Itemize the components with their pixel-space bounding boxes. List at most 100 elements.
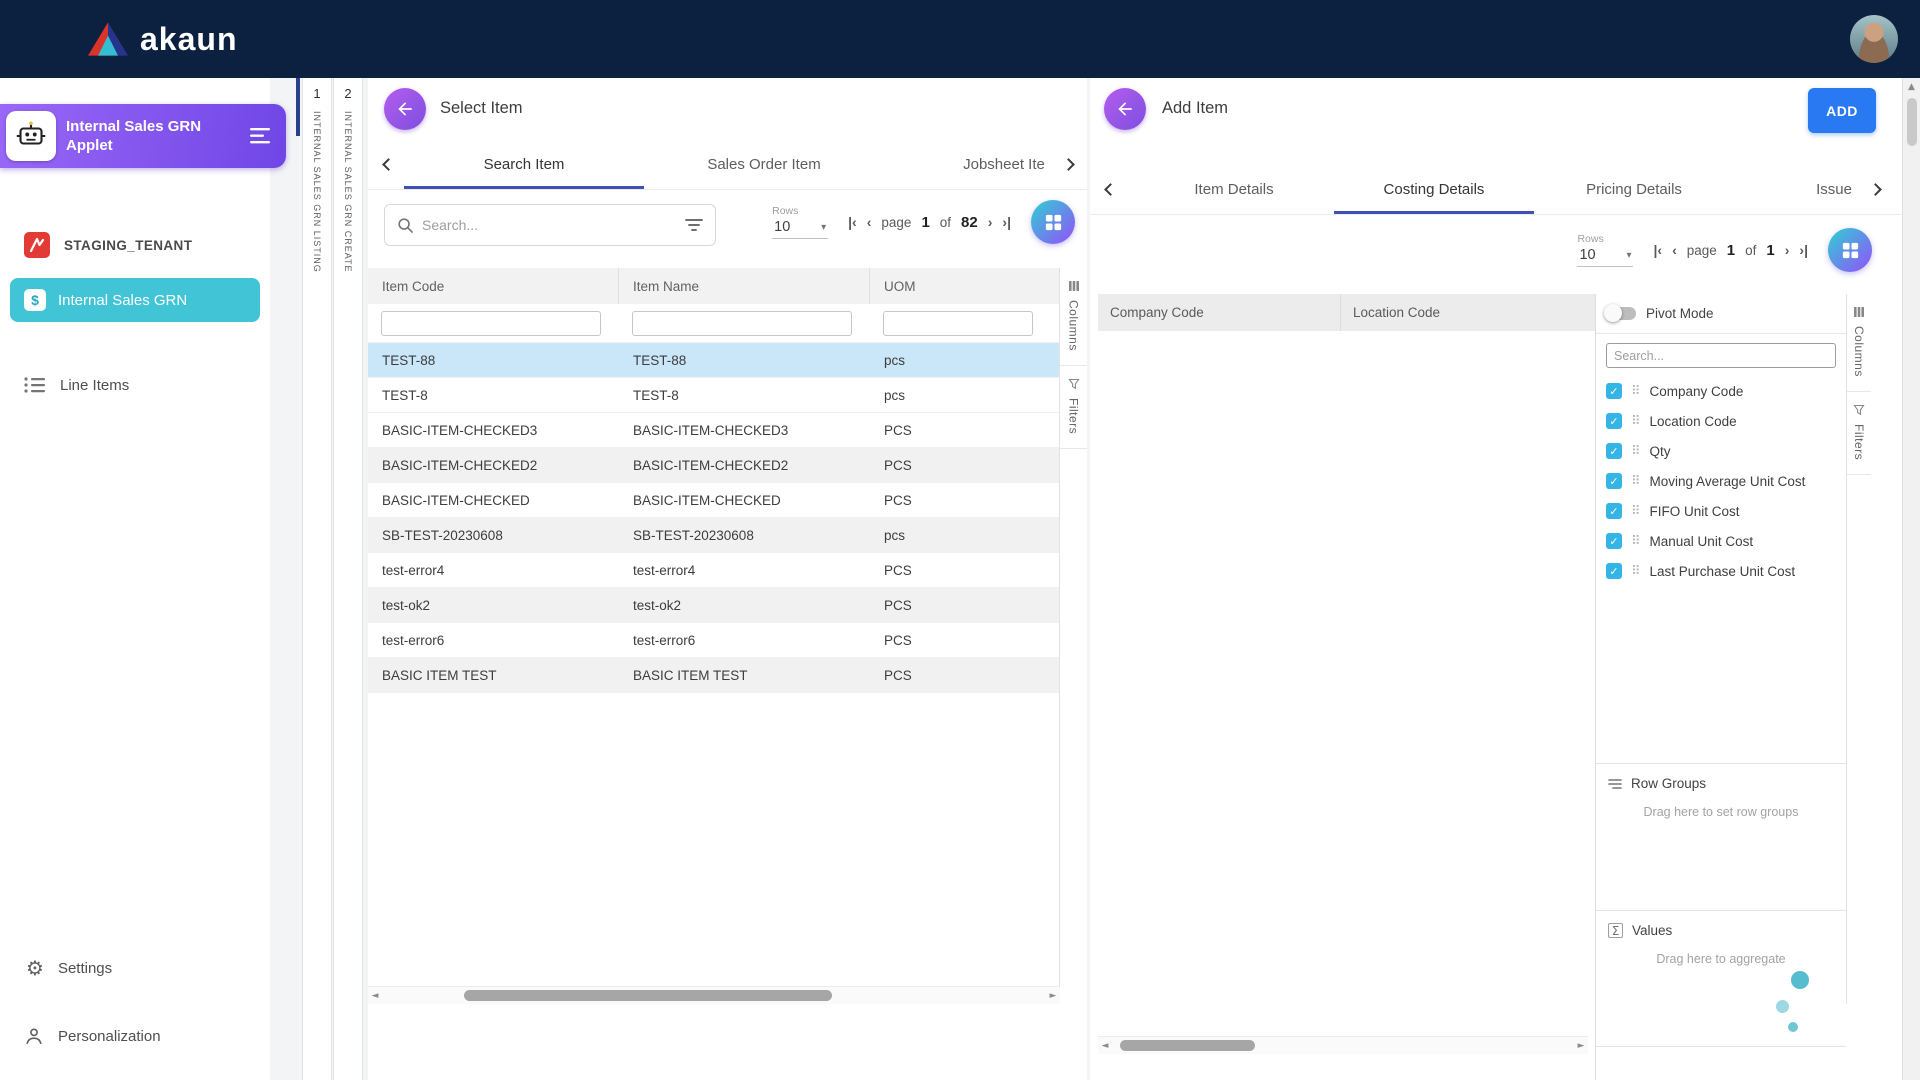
rows-select[interactable]: 10 ▾ (772, 217, 829, 239)
page-scrollbar[interactable]: ▲ (1902, 78, 1920, 1080)
first-page-button[interactable]: |‹ (848, 214, 857, 230)
drag-handle-icon[interactable]: ⠿ (1631, 444, 1641, 459)
tab-pricing-details[interactable]: Pricing Details (1534, 165, 1734, 214)
table-row[interactable]: BASIC-ITEM-CHECKED2 BASIC-ITEM-CHECKED2 PC… (368, 448, 1060, 483)
scroll-right-icon[interactable]: ► (1046, 991, 1060, 1001)
item-name-filter-input[interactable] (632, 310, 852, 336)
checkbox-checked-icon[interactable]: ✓ (1606, 473, 1622, 489)
menu-icon[interactable] (250, 127, 272, 145)
tab-issue[interactable]: Issue (1734, 165, 1872, 214)
column-item[interactable]: ✓ ⠿ Manual Unit Cost (1596, 526, 1846, 556)
tenant-row[interactable]: STAGING_TENANT (24, 232, 192, 258)
scroll-left-icon[interactable]: ◄ (368, 991, 382, 1001)
column-item[interactable]: ✓ ⠿ Moving Average Unit Cost (1596, 466, 1846, 496)
table-row[interactable]: SB-TEST-20230608 SB-TEST-20230608 pcs (368, 518, 1060, 553)
table-row[interactable]: test-error6 test-error6 PCS (368, 623, 1060, 658)
column-item[interactable]: ✓ ⠿ FIFO Unit Cost (1596, 496, 1846, 526)
table-row[interactable]: BASIC-ITEM-CHECKED BASIC-ITEM-CHECKED PCS (368, 483, 1060, 518)
last-page-button[interactable]: ›| (1799, 242, 1808, 258)
drag-handle-icon[interactable]: ⠿ (1631, 564, 1641, 579)
sidebar-item-personalization[interactable]: Personalization (24, 1026, 161, 1046)
side-tab-filters[interactable]: Filters (1847, 392, 1871, 476)
tab-sales-order-item[interactable]: Sales Order Item (644, 140, 884, 189)
sidebar-item-line-items[interactable]: Line Items (24, 376, 129, 394)
column-header-company-code[interactable]: Company Code (1098, 294, 1341, 331)
values-hint: Drag here to aggregate (1656, 952, 1786, 966)
column-item[interactable]: ✓ ⠿ Qty (1596, 436, 1846, 466)
search-input[interactable] (422, 217, 677, 233)
chevron-left-icon[interactable] (1104, 183, 1117, 196)
scroll-left-icon[interactable]: ◄ (1098, 1041, 1112, 1051)
next-page-button[interactable]: › (1785, 242, 1790, 258)
chevron-left-icon[interactable] (382, 158, 395, 171)
chevron-right-icon[interactable] (1062, 158, 1075, 171)
checkbox-checked-icon[interactable]: ✓ (1606, 503, 1622, 519)
back-button[interactable] (1104, 88, 1146, 130)
step-tab-create[interactable]: 2 INTERNAL SALES GRN CREATE (333, 78, 363, 1080)
table-row[interactable]: TEST-8 TEST-8 pcs (368, 378, 1060, 413)
column-header-item-code[interactable]: Item Code (368, 268, 619, 304)
scrollbar-track[interactable] (382, 987, 1046, 1004)
side-tab-columns[interactable]: Columns (1847, 294, 1871, 392)
side-tab-filters[interactable]: Filters (1060, 366, 1087, 450)
add-button[interactable]: ADD (1808, 88, 1876, 133)
table-row[interactable]: test-ok2 test-ok2 PCS (368, 588, 1060, 623)
checkbox-checked-icon[interactable]: ✓ (1606, 383, 1622, 399)
last-page-button[interactable]: ›| (1002, 214, 1011, 230)
drag-handle-icon[interactable]: ⠿ (1631, 474, 1641, 489)
pivot-mode-toggle[interactable] (1604, 304, 1636, 322)
filter-list-icon[interactable] (685, 218, 703, 232)
first-page-button[interactable]: |‹ (1653, 242, 1662, 258)
scroll-up-icon[interactable]: ▲ (1903, 82, 1920, 92)
column-header-location-code[interactable]: Location Code (1341, 294, 1595, 331)
scrollbar-track[interactable] (1112, 1037, 1574, 1054)
checkbox-checked-icon[interactable]: ✓ (1606, 443, 1622, 459)
drag-handle-icon[interactable]: ⠿ (1631, 504, 1641, 519)
drag-handle-icon[interactable]: ⠿ (1631, 534, 1641, 549)
checkbox-checked-icon[interactable]: ✓ (1606, 413, 1622, 429)
grid-view-button[interactable] (1031, 200, 1075, 244)
scrollbar-thumb[interactable] (1907, 98, 1917, 146)
sidebar-item-settings[interactable]: ⚙ Settings (26, 958, 112, 978)
back-button[interactable] (384, 88, 426, 130)
sidebar-item-internal-sales-grn[interactable]: $ Internal Sales GRN (10, 278, 260, 322)
row-groups-dropzone[interactable]: Row Groups Drag here to set row groups (1596, 763, 1846, 910)
avatar[interactable] (1850, 15, 1898, 63)
rows-per-page-control[interactable]: Rows 10 ▾ (1577, 233, 1634, 267)
table-row[interactable]: BASIC ITEM TEST BASIC ITEM TEST PCS (368, 658, 1060, 693)
tab-item-details[interactable]: Item Details (1134, 165, 1334, 214)
column-item[interactable]: ✓ ⠿ Location Code (1596, 406, 1846, 436)
checkbox-checked-icon[interactable]: ✓ (1606, 533, 1622, 549)
tab-jobsheet-item[interactable]: Jobsheet Ite (884, 140, 1059, 189)
tab-costing-details[interactable]: Costing Details (1334, 165, 1534, 214)
column-header-item-name[interactable]: Item Name (619, 268, 870, 304)
grid-view-button[interactable] (1828, 228, 1872, 272)
column-item[interactable]: ✓ ⠿ Company Code (1596, 376, 1846, 406)
rows-select[interactable]: 10 ▾ (1577, 245, 1634, 267)
horizontal-scrollbar[interactable]: ◄ ► (1098, 1036, 1588, 1054)
rows-per-page-control[interactable]: Rows 10 ▾ (772, 205, 829, 239)
next-page-button[interactable]: › (988, 214, 993, 230)
scroll-right-icon[interactable]: ► (1574, 1041, 1588, 1051)
drag-handle-icon[interactable]: ⠿ (1631, 414, 1641, 429)
checkbox-checked-icon[interactable]: ✓ (1606, 563, 1622, 579)
prev-page-button[interactable]: ‹ (1672, 242, 1677, 258)
scrollbar-thumb[interactable] (464, 990, 832, 1001)
scrollbar-thumb[interactable] (1120, 1040, 1255, 1051)
table-row[interactable]: TEST-88 TEST-88 pcs (368, 343, 1060, 378)
prev-page-button[interactable]: ‹ (867, 214, 872, 230)
side-tab-columns[interactable]: Columns (1060, 268, 1087, 366)
column-header-uom[interactable]: UOM (870, 268, 1060, 304)
table-row[interactable]: test-error4 test-error4 PCS (368, 553, 1060, 588)
applet-badge[interactable]: Internal Sales GRN Applet (0, 104, 286, 168)
search-box[interactable] (384, 204, 716, 246)
uom-filter-input[interactable] (883, 310, 1033, 336)
step-tab-listing[interactable]: 1 INTERNAL SALES GRN LISTING (302, 78, 332, 1080)
item-code-filter-input[interactable] (381, 310, 601, 336)
table-row[interactable]: BASIC-ITEM-CHECKED3 BASIC-ITEM-CHECKED3 PC… (368, 413, 1060, 448)
column-search-input[interactable] (1606, 343, 1836, 368)
drag-handle-icon[interactable]: ⠿ (1631, 384, 1641, 399)
column-item[interactable]: ✓ ⠿ Last Purchase Unit Cost (1596, 556, 1846, 586)
tab-search-item[interactable]: Search Item (404, 140, 644, 189)
horizontal-scrollbar[interactable]: ◄ ► (368, 986, 1060, 1004)
